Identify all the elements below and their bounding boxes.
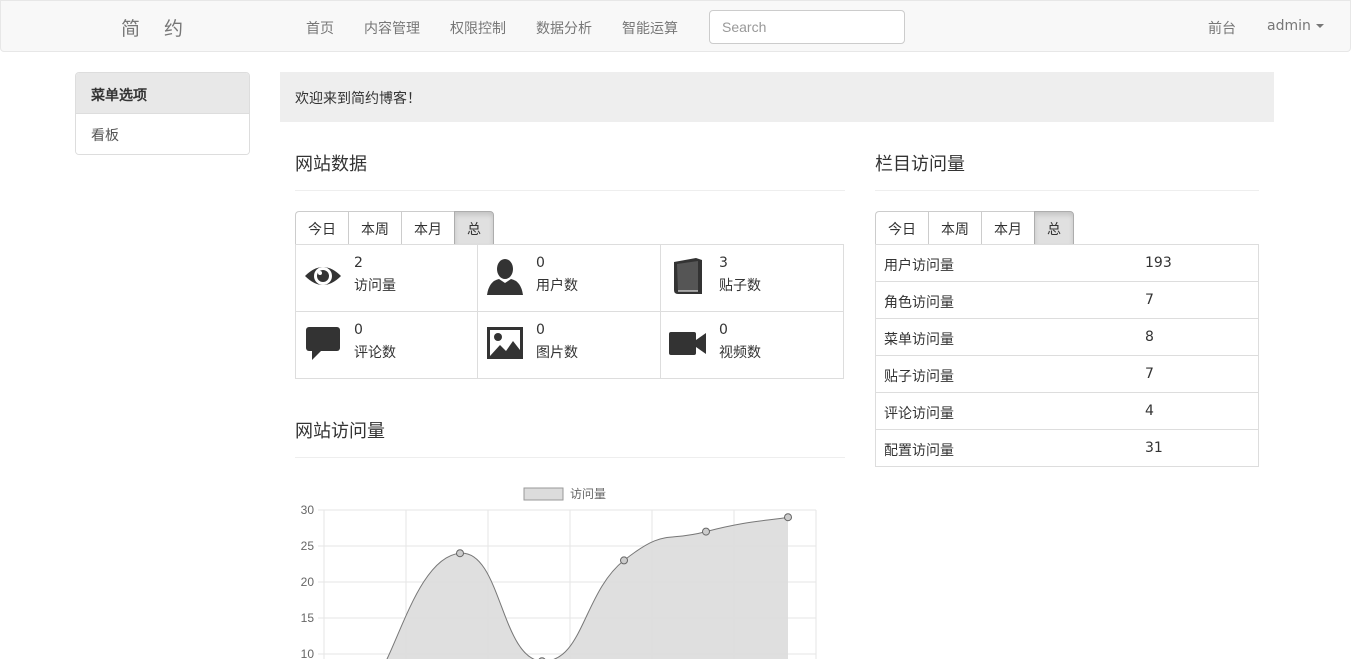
row-value: 8 bbox=[1145, 329, 1154, 345]
tab-today[interactable]: 今日 bbox=[875, 211, 928, 245]
table-row: 角色访问量 7 bbox=[876, 282, 1258, 319]
nav-content-management[interactable]: 内容管理 bbox=[364, 18, 420, 38]
brand-logo[interactable]: 简 约 bbox=[121, 14, 192, 41]
sidebar-header: 菜单选项 bbox=[76, 73, 249, 114]
divider bbox=[295, 190, 845, 191]
data-point bbox=[702, 527, 710, 536]
y-tick-label: 20 bbox=[301, 575, 315, 589]
nav-home[interactable]: 首页 bbox=[306, 18, 334, 38]
tab-month[interactable]: 本月 bbox=[401, 211, 454, 245]
data-point bbox=[456, 549, 464, 558]
table-row: 贴子访问量 7 bbox=[876, 356, 1258, 393]
tab-week[interactable]: 本周 bbox=[348, 211, 401, 245]
stat-value: 0 bbox=[354, 322, 363, 338]
data-point bbox=[620, 556, 628, 565]
stat-value: 2 bbox=[354, 255, 363, 271]
row-label: 评论访问量 bbox=[884, 406, 954, 422]
divider bbox=[295, 457, 845, 458]
table-row: 菜单访问量 8 bbox=[876, 319, 1258, 356]
row-label: 用户访问量 bbox=[884, 258, 954, 274]
stat-label: 视频数 bbox=[719, 345, 761, 361]
section-visits-tabs: 今日 本周 本月 总 bbox=[875, 211, 1074, 245]
y-tick-label: 30 bbox=[301, 503, 315, 517]
section-visits-table: 用户访问量 193 角色访问量 7 菜单访问量 8 贴子访问量 7 评论访问量 4 配置访… bbox=[875, 244, 1259, 467]
stat-value: 0 bbox=[536, 255, 545, 271]
row-value: 193 bbox=[1145, 255, 1172, 271]
stat-visits: 2 访问量 bbox=[296, 245, 478, 312]
table-row: 用户访问量 193 bbox=[876, 245, 1258, 282]
row-label: 菜单访问量 bbox=[884, 332, 954, 348]
y-tick-label: 10 bbox=[301, 647, 315, 659]
sidebar: 菜单选项 看板 bbox=[75, 72, 250, 155]
legend-label: 访问量 bbox=[570, 487, 606, 501]
stat-users: 0 用户数 bbox=[478, 245, 661, 312]
navbar: 简 约 首页 内容管理 权限控制 数据分析 智能运算 前台 admin bbox=[0, 0, 1351, 52]
site-data-tabs: 今日 本周 本月 总 bbox=[295, 211, 494, 245]
search-input[interactable] bbox=[709, 10, 905, 44]
stats-grid: 2 访问量 0 用户数 3 贴子数 0 评论数 0 图片数 0 视频数 bbox=[295, 244, 844, 379]
stat-label: 用户数 bbox=[536, 278, 578, 294]
user-menu[interactable]: admin bbox=[1267, 18, 1324, 34]
visits-chart: 30 25 20 15 10 访问量 bbox=[301, 487, 817, 659]
stat-value: 0 bbox=[536, 322, 545, 338]
stat-value: 0 bbox=[719, 322, 728, 338]
row-label: 贴子访问量 bbox=[884, 369, 954, 385]
row-value: 7 bbox=[1145, 292, 1154, 308]
data-point bbox=[784, 513, 792, 522]
y-tick-label: 25 bbox=[301, 539, 315, 553]
section-visits-title: 栏目访问量 bbox=[875, 154, 965, 175]
nav-permission-control[interactable]: 权限控制 bbox=[450, 18, 506, 38]
stat-videos: 0 视频数 bbox=[661, 312, 843, 378]
comment-icon bbox=[306, 327, 340, 360]
stat-label: 贴子数 bbox=[719, 278, 761, 294]
stat-comments: 0 评论数 bbox=[296, 312, 478, 378]
tab-today[interactable]: 今日 bbox=[295, 211, 348, 245]
table-row: 评论访问量 4 bbox=[876, 393, 1258, 430]
image-icon bbox=[487, 327, 523, 359]
stat-value: 3 bbox=[719, 255, 728, 271]
row-value: 4 bbox=[1145, 403, 1154, 419]
row-value: 31 bbox=[1145, 440, 1163, 456]
book-icon bbox=[674, 258, 702, 294]
nav-smart-compute[interactable]: 智能运算 bbox=[622, 18, 678, 38]
stat-images: 0 图片数 bbox=[478, 312, 661, 378]
site-data-title: 网站数据 bbox=[295, 154, 367, 175]
caret-down-icon bbox=[1315, 24, 1324, 28]
welcome-banner: 欢迎来到简约博客！ bbox=[280, 72, 1274, 122]
nav-data-analysis[interactable]: 数据分析 bbox=[536, 18, 592, 38]
sidebar-item-dashboard[interactable]: 看板 bbox=[76, 114, 249, 154]
legend-swatch bbox=[523, 487, 564, 501]
row-value: 7 bbox=[1145, 366, 1154, 382]
stat-label: 访问量 bbox=[354, 278, 396, 294]
stat-posts: 3 贴子数 bbox=[661, 245, 843, 312]
divider bbox=[875, 190, 1259, 191]
stat-label: 评论数 bbox=[354, 345, 396, 361]
tab-month[interactable]: 本月 bbox=[981, 211, 1034, 245]
stat-label: 图片数 bbox=[536, 345, 578, 361]
row-label: 配置访问量 bbox=[884, 443, 954, 459]
tab-total[interactable]: 总 bbox=[454, 211, 494, 245]
row-label: 角色访问量 bbox=[884, 295, 954, 311]
series-area bbox=[378, 517, 788, 659]
user-icon bbox=[487, 259, 523, 295]
nav-front[interactable]: 前台 bbox=[1208, 18, 1236, 38]
site-visits-title: 网站访问量 bbox=[295, 421, 385, 442]
video-icon bbox=[669, 332, 706, 355]
tab-week[interactable]: 本周 bbox=[928, 211, 981, 245]
tab-total[interactable]: 总 bbox=[1034, 211, 1074, 245]
y-tick-label: 15 bbox=[301, 611, 315, 625]
table-row: 配置访问量 31 bbox=[876, 430, 1258, 466]
user-menu-label: admin bbox=[1267, 18, 1311, 34]
eye-icon bbox=[305, 267, 341, 285]
